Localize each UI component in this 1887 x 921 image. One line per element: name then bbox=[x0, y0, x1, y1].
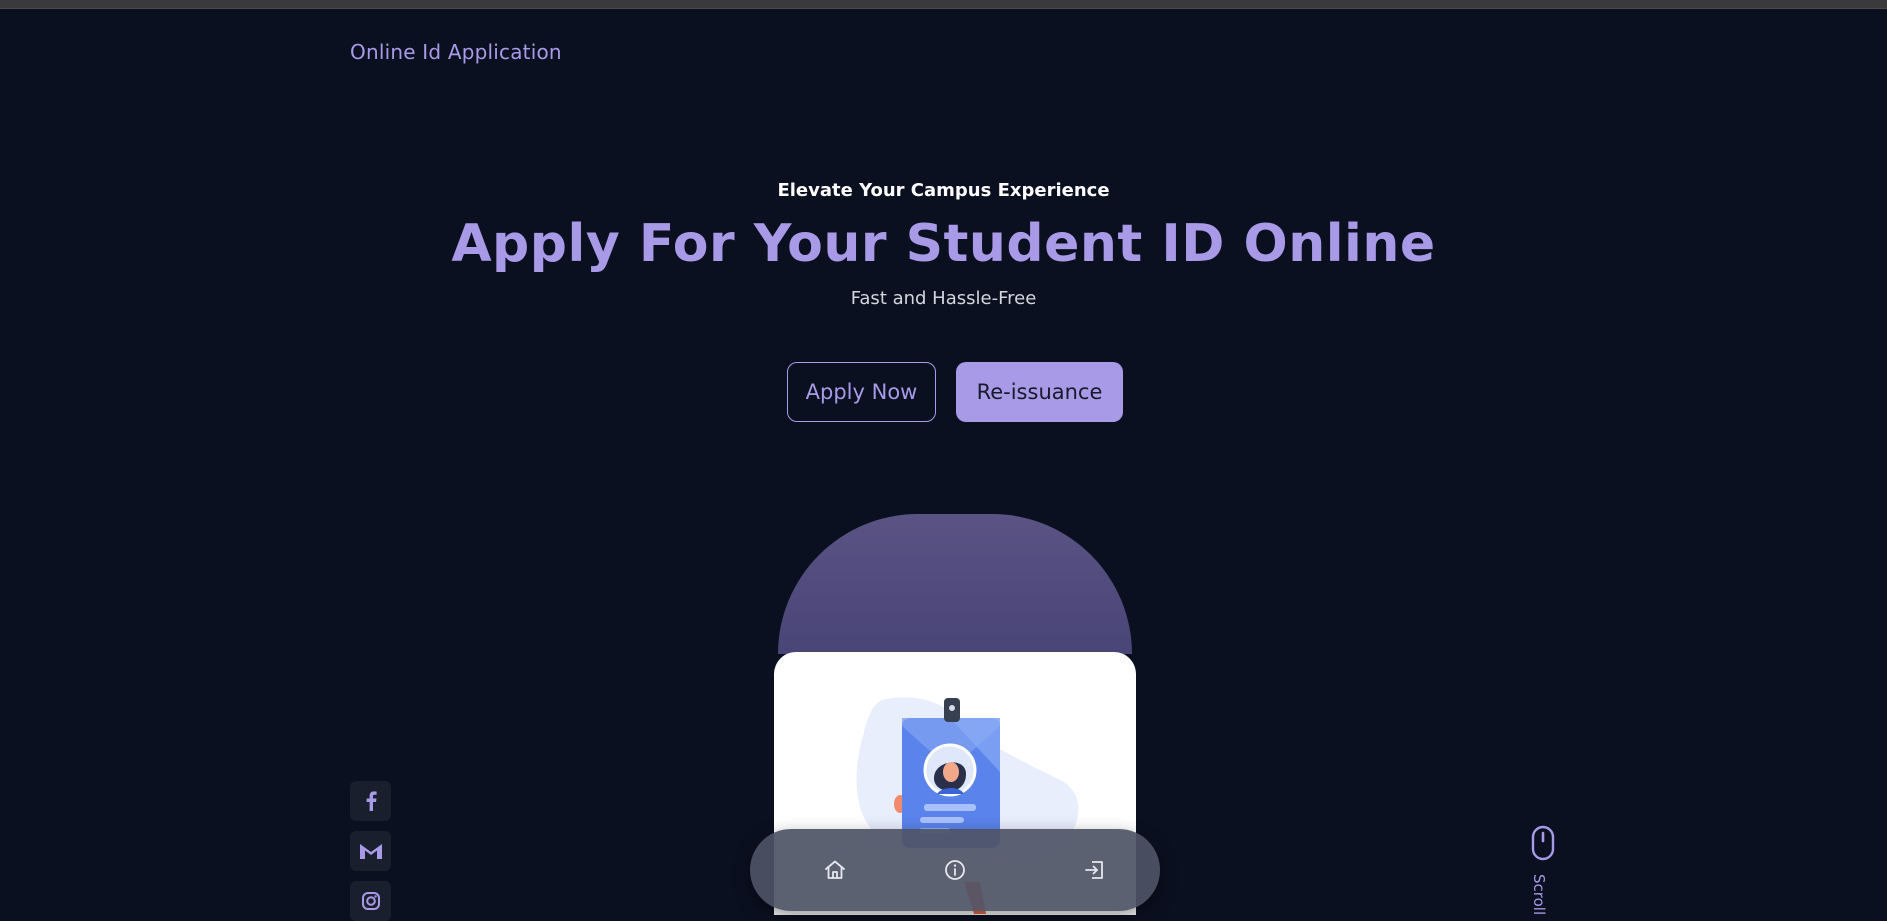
hero-eyebrow: Elevate Your Campus Experience bbox=[777, 180, 1110, 201]
gmail-icon bbox=[359, 844, 382, 859]
instagram-link[interactable] bbox=[350, 881, 391, 921]
reissuance-button[interactable]: Re-issuance bbox=[956, 362, 1123, 422]
login-icon bbox=[1085, 861, 1103, 879]
scroll-down-label: Scroll Down bbox=[1530, 874, 1548, 915]
hero-arch-background bbox=[778, 514, 1132, 654]
hero-title: Apply For Your Student ID Online bbox=[451, 214, 1436, 274]
mouse-icon bbox=[1531, 825, 1555, 861]
facebook-link[interactable] bbox=[350, 781, 391, 821]
scroll-down-hint[interactable]: Scroll Down bbox=[1528, 824, 1558, 915]
browser-top-edge bbox=[0, 0, 1887, 9]
home-icon bbox=[825, 860, 845, 879]
nav-home-button[interactable] bbox=[815, 850, 855, 890]
info-icon bbox=[945, 860, 965, 880]
gmail-link[interactable] bbox=[350, 831, 391, 871]
hero-tagline: Fast and Hassle-Free bbox=[850, 288, 1037, 309]
nav-info-button[interactable] bbox=[935, 850, 975, 890]
instagram-icon bbox=[361, 892, 380, 910]
nav-login-button[interactable] bbox=[1075, 850, 1115, 890]
facebook-icon bbox=[366, 791, 377, 811]
apply-now-button[interactable]: Apply Now bbox=[787, 362, 936, 422]
bottom-nav-bar bbox=[750, 829, 1160, 911]
brand-logo-link[interactable]: Online Id Application bbox=[350, 40, 562, 64]
